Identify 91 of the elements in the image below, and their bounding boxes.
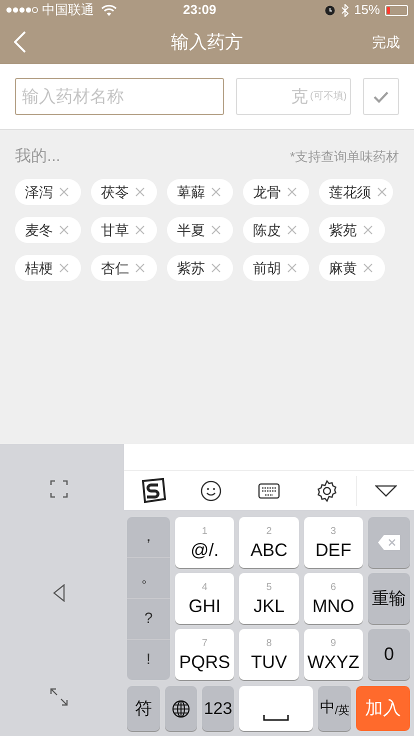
letter-key[interactable]: 7 PQRS	[175, 629, 234, 680]
herb-tag[interactable]: 泽泻	[15, 179, 81, 205]
herb-tag[interactable]: 茯苓	[91, 179, 157, 205]
letter-key[interactable]: 9 WXYZ	[304, 629, 363, 680]
wifi-icon	[101, 4, 117, 16]
zero-key[interactable]: 0	[368, 629, 410, 680]
herb-name: 泽泻	[25, 182, 53, 202]
space-key[interactable]	[239, 686, 313, 731]
herb-tag[interactable]: 龙骨	[243, 179, 309, 205]
punctuation-key[interactable]: !	[127, 639, 170, 680]
close-icon[interactable]	[59, 225, 69, 235]
herb-name: 龙骨	[253, 182, 281, 202]
herb-name: 紫苏	[177, 258, 205, 278]
language-key[interactable]: 中$_{/英}$	[318, 686, 351, 731]
close-icon[interactable]	[287, 263, 297, 273]
close-icon[interactable]	[135, 187, 145, 197]
herb-tag[interactable]: 莲花须	[319, 179, 393, 205]
bluetooth-icon	[340, 4, 349, 16]
close-icon[interactable]	[135, 263, 145, 273]
search-note: *支持查询单味药材	[290, 148, 399, 166]
close-icon[interactable]	[211, 263, 221, 273]
letter-key[interactable]: 6 MNO	[304, 573, 363, 624]
herb-name: 萆薢	[177, 182, 205, 202]
herb-tag[interactable]: 甘草	[91, 217, 157, 243]
herb-name: 紫苑	[329, 220, 357, 240]
carrier-name: 中国联通	[42, 1, 94, 20]
punctuation-key[interactable]: ，	[127, 517, 170, 557]
herb-name: 麻黄	[329, 258, 357, 278]
delete-key[interactable]	[368, 517, 410, 568]
letter-key[interactable]: 4 GHI	[175, 573, 234, 624]
herb-tag[interactable]: 半夏	[167, 217, 233, 243]
expand-icon[interactable]	[50, 688, 68, 706]
close-icon[interactable]	[363, 263, 373, 273]
herb-tag[interactable]: 桔梗	[15, 255, 81, 281]
close-icon[interactable]	[59, 187, 69, 197]
backspace-icon	[378, 535, 400, 550]
collapse-icon[interactable]	[374, 484, 396, 496]
close-icon[interactable]	[287, 187, 297, 197]
unit-label: 克	[291, 86, 308, 108]
left-arrow-icon[interactable]	[52, 584, 66, 602]
herb-name: 半夏	[177, 220, 205, 240]
herb-tag[interactable]: 紫苑	[319, 217, 385, 243]
herb-tag[interactable]: 陈皮	[243, 217, 309, 243]
signal-icon	[6, 6, 39, 14]
battery-icon	[385, 4, 408, 16]
close-icon[interactable]	[135, 225, 145, 235]
globe-key[interactable]	[165, 686, 197, 731]
back-icon[interactable]	[14, 31, 26, 53]
confirm-button[interactable]	[362, 78, 399, 115]
letter-key[interactable]: 2 ABC	[239, 517, 299, 568]
section-label: 我的...	[15, 146, 60, 167]
sogou-logo-icon[interactable]	[139, 476, 167, 504]
reset-key[interactable]: 重输	[368, 573, 410, 624]
herb-name: 前胡	[253, 258, 281, 278]
select-frame-icon[interactable]	[50, 480, 68, 498]
globe-icon	[172, 700, 190, 718]
close-icon[interactable]	[377, 187, 387, 197]
numbers-key[interactable]: 123	[202, 686, 234, 731]
herb-name: 桔梗	[25, 258, 53, 278]
close-icon[interactable]	[59, 263, 69, 273]
punctuation-key[interactable]: ?	[127, 598, 170, 639]
herb-name: 麦冬	[25, 220, 53, 240]
close-icon[interactable]	[287, 225, 297, 235]
close-icon[interactable]	[363, 225, 373, 235]
alarm-icon	[324, 4, 336, 16]
name-input-field[interactable]: 输入药材名称	[15, 78, 224, 115]
herb-tag[interactable]: 麻黄	[319, 255, 385, 281]
battery-percent: 15%	[354, 1, 380, 20]
letter-key[interactable]: 3 DEF	[304, 517, 363, 568]
herb-name: 莲花须	[329, 182, 371, 202]
space-icon	[263, 715, 289, 721]
page-title: 输入药方	[171, 30, 243, 54]
check-icon	[372, 90, 389, 102]
herb-tag[interactable]: 麦冬	[15, 217, 81, 243]
letter-key[interactable]: 1 @/.	[175, 517, 234, 568]
herb-tag[interactable]: 杏仁	[91, 255, 157, 281]
herb-tag[interactable]: 前胡	[243, 255, 309, 281]
close-icon[interactable]	[211, 225, 221, 235]
letter-key[interactable]: 8 TUV	[239, 629, 299, 680]
herb-name: 杏仁	[101, 258, 129, 278]
letter-key[interactable]: 5 JKL	[239, 573, 299, 624]
status-time: 23:09	[183, 1, 216, 20]
herb-tag[interactable]: 紫苏	[167, 255, 233, 281]
optional-hint: (可不填)	[310, 90, 347, 104]
punctuation-key[interactable]: 。	[127, 557, 170, 598]
herb-name: 甘草	[101, 220, 129, 240]
herb-name: 陈皮	[253, 220, 281, 240]
symbols-key[interactable]: 符	[127, 686, 160, 731]
herb-name: 茯苓	[101, 182, 129, 202]
herb-tag[interactable]: 萆薢	[167, 179, 233, 205]
close-icon[interactable]	[211, 187, 221, 197]
